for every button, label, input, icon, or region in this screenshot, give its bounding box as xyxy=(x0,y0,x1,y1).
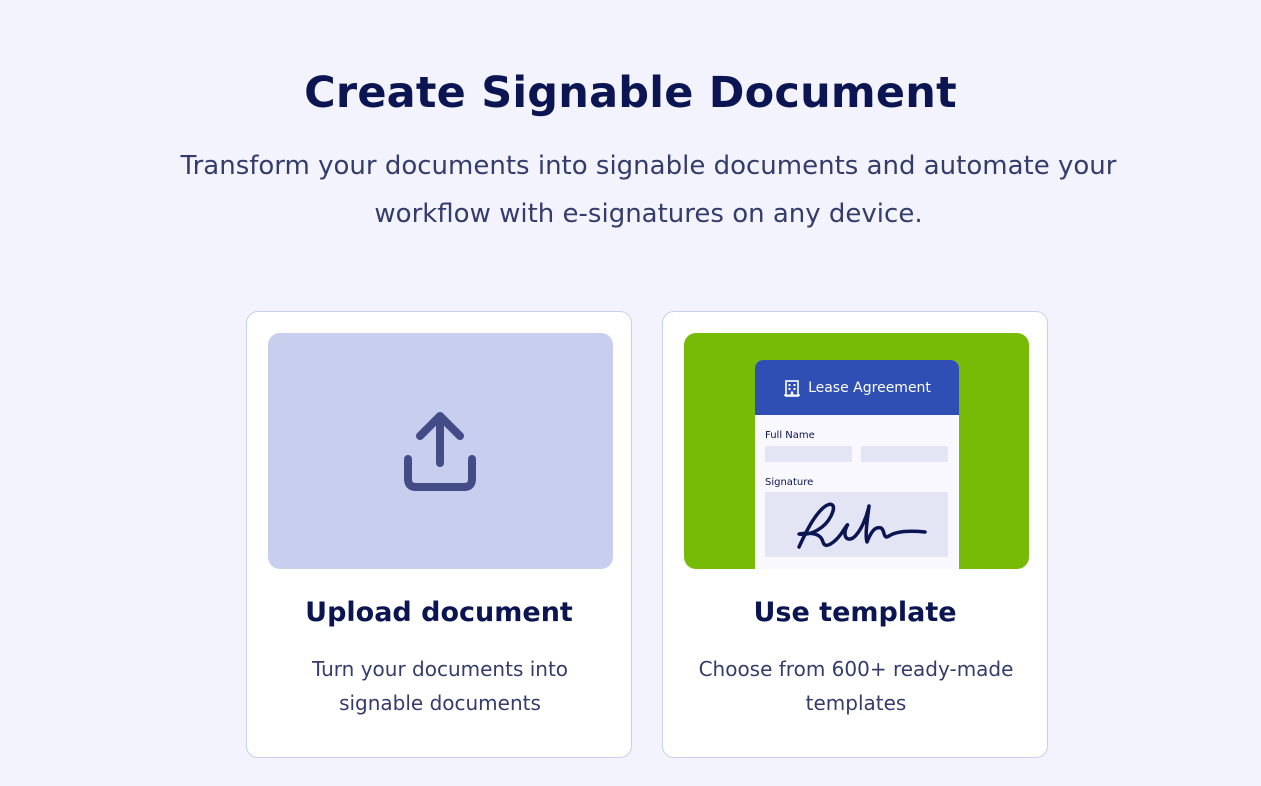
page-subtitle: Transform your documents into signable d… xyxy=(180,151,1117,229)
signature-scribble-icon xyxy=(797,502,927,549)
full-name-label: Full Name xyxy=(765,430,815,441)
upload-media xyxy=(268,333,613,569)
page-title: Create Signable Document xyxy=(304,68,957,118)
signature-label: Signature xyxy=(765,477,814,488)
upload-card-description: Turn your documents into signable docume… xyxy=(311,657,569,715)
doc-header: Lease Agreement xyxy=(755,360,959,415)
signature-box xyxy=(765,492,948,557)
upload-icon xyxy=(404,412,476,491)
upload-card-title: Upload document xyxy=(305,597,573,628)
upload-document-card[interactable]: Upload document Turn your documents into… xyxy=(246,311,632,758)
doc-title: Lease Agreement xyxy=(808,379,931,396)
use-template-card[interactable]: Lease Agreement Full Name Signature Use … xyxy=(662,311,1048,758)
last-name-field xyxy=(861,446,948,462)
building-icon xyxy=(784,379,801,397)
template-card-description: Choose from 600+ ready-made templates xyxy=(698,657,1014,715)
template-media: Lease Agreement Full Name Signature xyxy=(684,333,1029,569)
lease-agreement-preview: Lease Agreement Full Name Signature xyxy=(755,360,959,569)
first-name-field xyxy=(765,446,852,462)
template-card-title: Use template xyxy=(753,597,957,628)
